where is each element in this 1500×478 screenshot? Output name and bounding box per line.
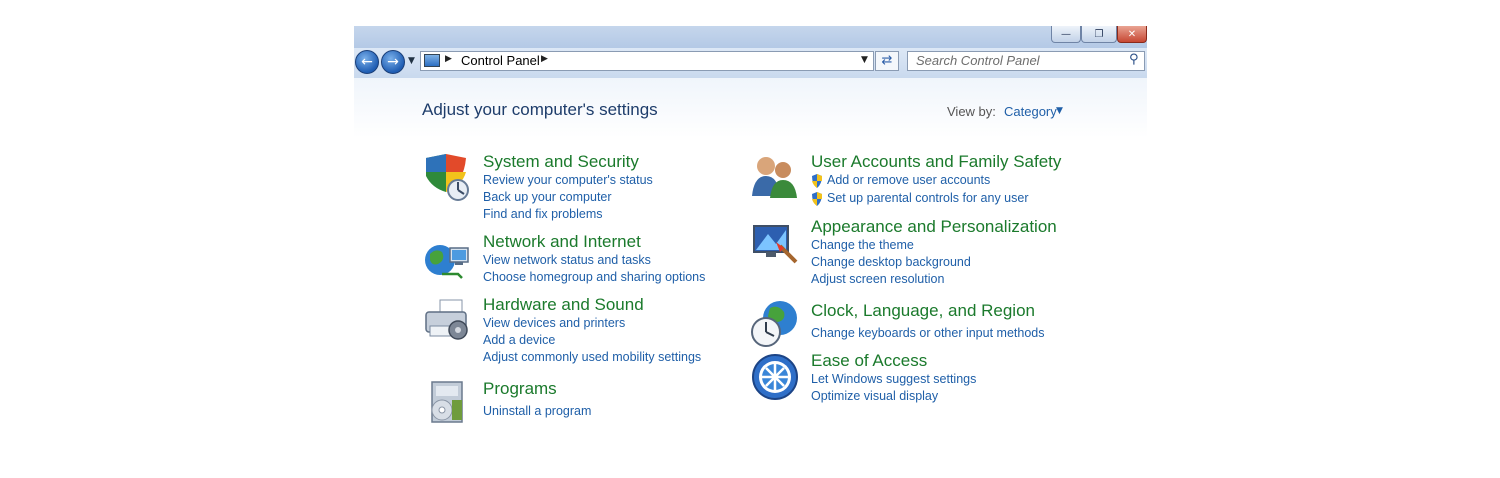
search-placeholder: Search Control Panel: [916, 53, 1040, 68]
shield-icon[interactable]: [422, 152, 472, 202]
refresh-button[interactable]: ⇄: [875, 51, 899, 71]
category-title-hardware-sound[interactable]: Hardware and Sound: [483, 295, 644, 315]
chevron-down-icon[interactable]: ▼: [1056, 106, 1063, 116]
uac-shield-icon: [812, 174, 822, 188]
link-uninstall-program[interactable]: Uninstall a program: [483, 404, 591, 418]
address-bar[interactable]: ▶ Control Panel ▶ ▼: [420, 51, 874, 71]
link-add-device[interactable]: Add a device: [483, 333, 555, 347]
clock-globe-icon[interactable]: [750, 298, 800, 348]
link-devices-printers[interactable]: View devices and printers: [483, 316, 625, 330]
category-title-user-accounts[interactable]: User Accounts and Family Safety: [811, 152, 1061, 172]
search-icon[interactable]: ⚲: [1129, 52, 1139, 67]
category-title-ease-of-access[interactable]: Ease of Access: [811, 351, 927, 371]
link-parental-controls[interactable]: Set up parental controls for any user: [827, 191, 1029, 205]
breadcrumb-chevron-icon[interactable]: ▶: [445, 54, 452, 64]
printer-icon[interactable]: [422, 296, 472, 346]
category-title-system-security[interactable]: System and Security: [483, 152, 639, 172]
link-keyboards-input[interactable]: Change keyboards or other input methods: [811, 326, 1044, 340]
link-optimize-display[interactable]: Optimize visual display: [811, 389, 938, 403]
breadcrumb-chevron-icon[interactable]: ▶: [541, 54, 548, 64]
control-panel-window: — ❐ ✕ ← → ▼ ▶ Control Panel ▶ ▼ ⇄ Search…: [354, 26, 1147, 478]
users-icon[interactable]: [750, 152, 800, 202]
link-suggest-settings[interactable]: Let Windows suggest settings: [811, 372, 976, 386]
category-title-programs[interactable]: Programs: [483, 379, 557, 399]
address-dropdown-icon[interactable]: ▼: [861, 55, 868, 65]
link-find-fix[interactable]: Find and fix problems: [483, 207, 603, 221]
title-bar: — ❐ ✕: [354, 26, 1147, 48]
link-screen-resolution[interactable]: Adjust screen resolution: [811, 272, 944, 286]
navigation-bar: ← → ▼ ▶ Control Panel ▶ ▼ ⇄ Search Contr…: [354, 48, 1147, 78]
category-title-network-internet[interactable]: Network and Internet: [483, 232, 641, 252]
category-title-appearance[interactable]: Appearance and Personalization: [811, 217, 1057, 237]
network-globe-icon[interactable]: [422, 234, 472, 284]
arrow-right-icon: →: [387, 54, 399, 70]
programs-box-icon[interactable]: [422, 378, 472, 428]
ease-of-access-icon[interactable]: [750, 352, 800, 402]
forward-button[interactable]: →: [381, 50, 405, 74]
link-change-theme[interactable]: Change the theme: [811, 238, 914, 252]
link-mobility-settings[interactable]: Adjust commonly used mobility settings: [483, 350, 701, 364]
link-back-up[interactable]: Back up your computer: [483, 190, 612, 204]
paint-monitor-icon[interactable]: [750, 220, 800, 270]
page-title: Adjust your computer's settings: [422, 100, 658, 119]
uac-shield-icon: [812, 192, 822, 206]
view-by-dropdown[interactable]: Category: [1004, 104, 1057, 119]
category-title-clock-language[interactable]: Clock, Language, and Region: [811, 301, 1035, 321]
link-review-status[interactable]: Review your computer's status: [483, 173, 653, 187]
minimize-button[interactable]: —: [1051, 26, 1081, 43]
arrow-left-icon: ←: [361, 54, 373, 70]
link-homegroup[interactable]: Choose homegroup and sharing options: [483, 270, 705, 284]
recent-pages-dropdown[interactable]: ▼: [408, 56, 415, 66]
refresh-icon: ⇄: [881, 53, 893, 68]
close-button[interactable]: ✕: [1117, 26, 1147, 43]
search-input[interactable]: Search Control Panel ⚲: [907, 51, 1145, 71]
link-network-status[interactable]: View network status and tasks: [483, 253, 651, 267]
back-button[interactable]: ←: [355, 50, 379, 74]
maximize-button[interactable]: ❐: [1081, 26, 1117, 43]
link-add-remove-users[interactable]: Add or remove user accounts: [827, 173, 990, 187]
control-panel-icon: [424, 54, 440, 67]
view-by-label: View by:: [947, 104, 996, 119]
link-desktop-background[interactable]: Change desktop background: [811, 255, 971, 269]
content-area: Adjust your computer's settings View by:…: [354, 78, 1147, 478]
breadcrumb-control-panel[interactable]: Control Panel: [461, 53, 540, 68]
